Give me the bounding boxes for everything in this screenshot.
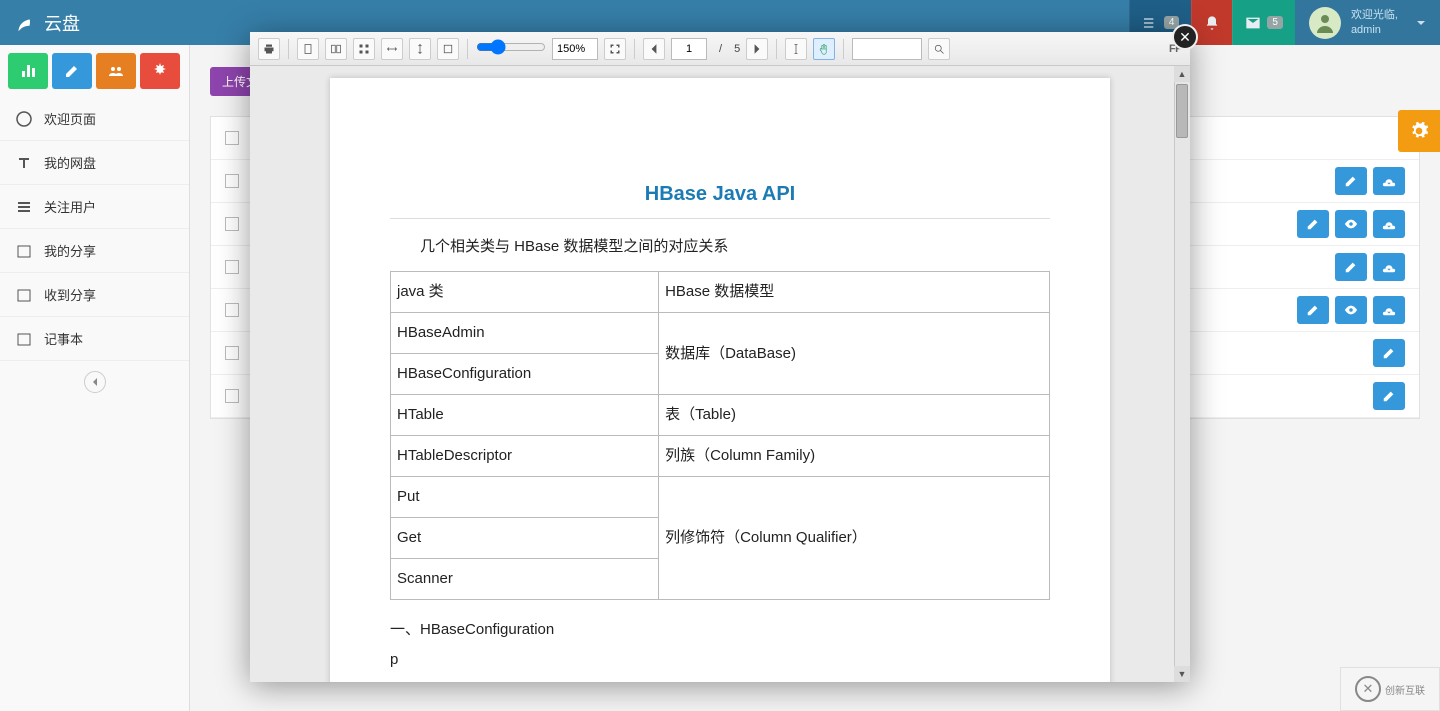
- search-icon: [933, 43, 945, 55]
- select-tool-button[interactable]: [785, 38, 807, 60]
- scroll-up[interactable]: ▲: [1174, 66, 1190, 82]
- zoom-range[interactable]: [476, 39, 546, 55]
- table-cell: 列修饰符（Column Qualifier）: [659, 477, 1050, 600]
- doc-title: HBase Java API: [390, 178, 1050, 210]
- table-cell: HTableDescriptor: [391, 436, 659, 477]
- table-header-cell: java 类: [391, 272, 659, 313]
- fit-page-button[interactable]: [437, 38, 459, 60]
- divider: [390, 218, 1050, 219]
- fit-width-button[interactable]: [381, 38, 403, 60]
- scroll-thumb[interactable]: [1176, 84, 1188, 138]
- table-header-cell: HBase 数据模型: [659, 272, 1050, 313]
- separator: [776, 39, 777, 59]
- fullscreen-icon: [609, 43, 621, 55]
- table-cell: HTable: [391, 395, 659, 436]
- hand-icon: [818, 43, 830, 55]
- table-cell: HBaseConfiguration: [391, 354, 659, 395]
- modal-overlay: ✕ / 5 FP: [0, 0, 1440, 711]
- page-total: 5: [734, 43, 740, 55]
- hand-tool-button[interactable]: [813, 38, 835, 60]
- prev-page-button[interactable]: [643, 38, 665, 60]
- zoom-input[interactable]: [552, 38, 598, 60]
- separator: [467, 39, 468, 59]
- close-button[interactable]: ✕: [1172, 24, 1198, 50]
- two-page-button[interactable]: [325, 38, 347, 60]
- chevron-right-icon: [751, 43, 763, 55]
- fit-height-icon: [414, 43, 426, 55]
- page-input[interactable]: [671, 38, 707, 60]
- table-cell: 列族（Column Family): [659, 436, 1050, 477]
- relation-line: 关系：org.apache.hadoop.hbase.HBaseConfigur…: [390, 680, 1050, 682]
- print-button[interactable]: [258, 38, 280, 60]
- single-page-button[interactable]: [297, 38, 319, 60]
- search-input[interactable]: [852, 38, 922, 60]
- print-icon: [263, 43, 275, 55]
- table-cell: 数据库（DataBase): [659, 313, 1050, 395]
- fullscreen-button[interactable]: [604, 38, 626, 60]
- scroll-down[interactable]: ▼: [1174, 666, 1190, 682]
- table-cell: 表（Table): [659, 395, 1050, 436]
- document-page: HBase Java API 几个相关类与 HBase 数据模型之间的对应关系 …: [330, 78, 1110, 682]
- chevron-left-icon: [648, 43, 660, 55]
- separator: [634, 39, 635, 59]
- next-page-button[interactable]: [746, 38, 768, 60]
- pages-icon: [330, 43, 342, 55]
- fit-page-icon: [442, 43, 454, 55]
- table-cell: Put: [391, 477, 659, 518]
- document-viewer-modal: ✕ / 5 FP: [250, 32, 1190, 682]
- table-cell: HBaseAdmin: [391, 313, 659, 354]
- doc-intro: 几个相关类与 HBase 数据模型之间的对应关系: [390, 235, 1050, 259]
- viewer-body[interactable]: HBase Java API 几个相关类与 HBase 数据模型之间的对应关系 …: [250, 66, 1190, 682]
- zoom-slider[interactable]: [476, 39, 546, 58]
- separator: [288, 39, 289, 59]
- grid-icon: [358, 43, 370, 55]
- section-heading: 一、HBaseConfiguration: [390, 618, 1050, 642]
- fit-height-button[interactable]: [409, 38, 431, 60]
- mapping-table: java 类HBase 数据模型 HBaseAdmin数据库（DataBase)…: [390, 271, 1050, 600]
- page-separator: /: [713, 43, 728, 55]
- table-cell: Scanner: [391, 559, 659, 600]
- viewer-toolbar: / 5 FP: [250, 32, 1190, 66]
- table-cell: Get: [391, 518, 659, 559]
- separator: [843, 39, 844, 59]
- thumb-button[interactable]: [353, 38, 375, 60]
- search-button[interactable]: [928, 38, 950, 60]
- scrollbar[interactable]: ▲ ▼: [1174, 66, 1190, 682]
- text-cursor-icon: [790, 43, 802, 55]
- page-icon: [302, 43, 314, 55]
- fit-width-icon: [386, 43, 398, 55]
